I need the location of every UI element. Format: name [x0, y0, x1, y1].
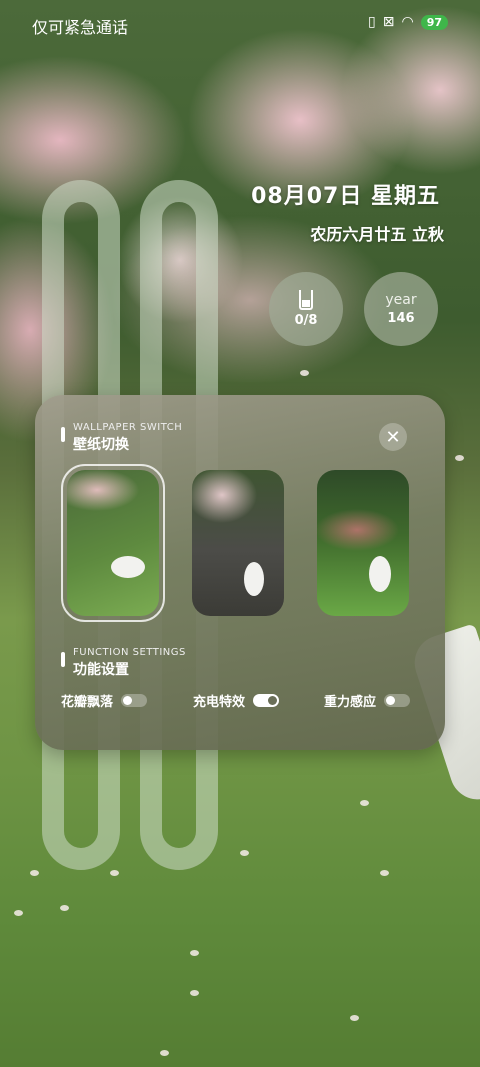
year-widget[interactable]: year 146	[364, 272, 438, 346]
water-tracker-widget[interactable]: 0/8	[269, 272, 343, 346]
cat-image	[369, 556, 391, 592]
wallpaper-option-3[interactable]	[317, 470, 409, 616]
date-text: 08月07日 星期五	[251, 184, 440, 209]
battery-icon: 97	[420, 14, 448, 30]
section-title-zh: 壁纸切换	[73, 437, 129, 453]
petal	[350, 1015, 359, 1021]
toggle-label: 充电特效	[193, 695, 246, 710]
petal	[60, 905, 69, 911]
petal	[380, 870, 389, 876]
wallpaper-thumbnail	[192, 470, 284, 616]
toggle-charging-effect[interactable]: 充电特效	[193, 691, 280, 710]
petal	[190, 990, 199, 996]
wallpaper-option-1[interactable]	[61, 464, 165, 622]
toggle-label: 重力感应	[324, 695, 377, 710]
petal	[160, 1050, 169, 1056]
wallpaper-thumbnail	[67, 470, 159, 616]
toggle-gravity-sensor[interactable]: 重力感应	[324, 691, 411, 710]
toggle-switch[interactable]	[253, 694, 280, 707]
section-title-zh: 功能设置	[73, 662, 129, 678]
function-section-header: FUNCTION SETTINGS 功能设置	[61, 647, 186, 679]
cat-image	[111, 556, 145, 578]
water-count: 0/8	[294, 313, 318, 328]
status-icons: ▯ ⊠ ◠ 97	[368, 14, 448, 30]
no-sim-icon: ⊠	[382, 14, 395, 30]
function-toggles: 花瓣飘落 充电特效 重力感应	[35, 691, 445, 713]
toggle-petal-fall[interactable]: 花瓣飘落	[61, 691, 148, 710]
wallpaper-section-header: WALLPAPER SWITCH 壁纸切换	[61, 422, 182, 454]
petal	[240, 850, 249, 856]
toggle-switch[interactable]	[121, 694, 148, 707]
year-value: 146	[387, 311, 415, 326]
cup-icon	[299, 290, 313, 310]
toggle-label: 花瓣飘落	[61, 695, 114, 710]
petal	[190, 950, 199, 956]
wifi-icon: ◠	[401, 14, 414, 30]
petal	[300, 370, 309, 376]
status-bar: 仅可紧急通话 ▯ ⊠ ◠ 97	[0, 0, 480, 50]
toggle-switch[interactable]	[384, 694, 411, 707]
petal	[455, 455, 464, 461]
carrier-status-text: 仅可紧急通话	[32, 18, 129, 37]
settings-panel: WALLPAPER SWITCH 壁纸切换 ✕ FUNCTION SETTING…	[35, 395, 445, 750]
cat-image	[244, 562, 264, 596]
petal	[360, 800, 369, 806]
petal	[14, 910, 23, 916]
lunar-date-text: 农历六月廿五 立秋	[310, 225, 444, 244]
petal	[30, 870, 39, 876]
vibrate-icon: ▯	[368, 14, 376, 30]
section-title-en: WALLPAPER SWITCH	[73, 422, 183, 433]
wallpaper-thumbnail	[317, 470, 409, 616]
year-label: year	[385, 292, 417, 308]
close-button[interactable]: ✕	[379, 423, 407, 451]
section-title-en: FUNCTION SETTINGS	[73, 647, 186, 658]
wallpaper-option-2[interactable]	[192, 470, 284, 616]
close-icon: ✕	[385, 426, 401, 448]
petal	[110, 870, 119, 876]
